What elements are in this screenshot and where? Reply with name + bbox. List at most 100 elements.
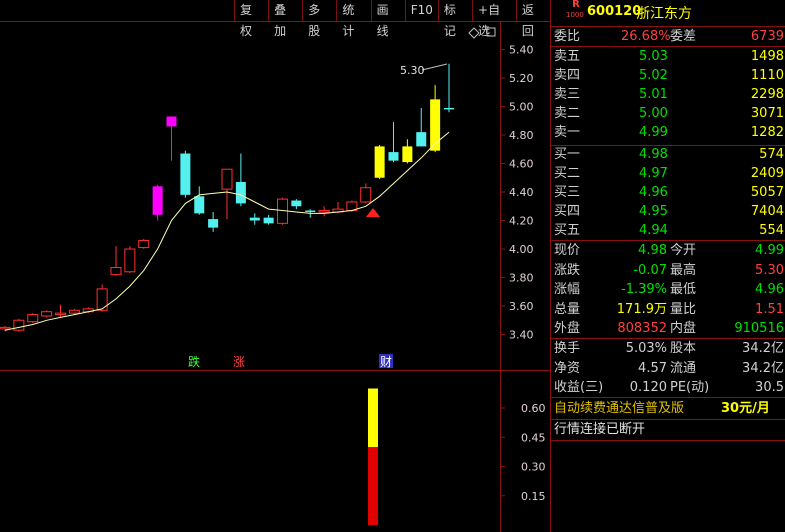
fund-row: 净资 4.57 流通 34.2亿 [551, 359, 785, 378]
status-separator [551, 440, 785, 441]
bid-price: 4.94 [639, 223, 668, 238]
quote-label: 涨幅 [554, 282, 581, 297]
ask-price: 5.01 [639, 87, 668, 102]
square-icon [486, 27, 496, 37]
y-tick-label: 3.80 [509, 272, 534, 285]
candle-body [263, 217, 274, 224]
fund-label-2: 股本 [670, 341, 697, 356]
candle-body [291, 200, 302, 207]
quote-value: -0.07 [633, 262, 667, 278]
ask-label: 卖四 [554, 68, 581, 83]
y-tick-label: 3.40 [509, 329, 534, 342]
indicator-tick-label: 0.60 [521, 402, 546, 415]
quote-label: 现价 [554, 243, 581, 258]
ask-volume: 1498 [750, 49, 784, 64]
buy-signal-icon [366, 208, 380, 217]
ask-volume: 2298 [750, 87, 784, 102]
ask-price: 5.03 [639, 49, 668, 64]
candle-body [27, 314, 39, 323]
quote-value: 171.9万 [616, 301, 667, 317]
y-tick-label: 5.20 [509, 72, 534, 85]
bid-volume: 2409 [750, 166, 784, 181]
candle-body [221, 168, 233, 190]
fund-value: 4.57 [638, 360, 667, 376]
notice-price: 30元/月 [721, 401, 770, 416]
quote-value-2: 1.51 [755, 301, 784, 317]
quote-row: 现价 4.98 今开 4.99 [551, 241, 785, 260]
bid-price: 4.95 [639, 204, 668, 219]
high-pointer-line [421, 63, 448, 71]
candle-body [402, 146, 413, 163]
candle-body [208, 219, 219, 228]
candle-body [235, 182, 246, 204]
fund-value: 5.03% [625, 341, 667, 356]
ask-price: 5.00 [639, 106, 668, 121]
bid-row: 买五 4.94 554 [551, 221, 785, 240]
quote-label: 涨跌 [554, 262, 581, 278]
ask-label: 卖二 [554, 106, 581, 121]
y-tick-label: 3.60 [509, 300, 534, 313]
stock-code: 600120 [587, 4, 642, 19]
quote-label-2: 内盘 [670, 321, 697, 336]
bid-label: 买一 [554, 147, 581, 162]
quote-value-2: 4.96 [755, 282, 784, 297]
ask-row: 卖一 4.99 1282 [551, 123, 785, 142]
y-tick-label: 5.00 [509, 101, 534, 114]
bid-row: 买一 4.98 574 [551, 145, 785, 164]
fund-separator [551, 397, 785, 398]
bid-volume: 5057 [750, 185, 784, 200]
diamond-icon [468, 27, 480, 39]
candle-body [41, 311, 53, 317]
notice-text: 自动续费通达信普及版 [554, 401, 685, 416]
stock-badge: R 1000 [566, 0, 584, 20]
kline-chart[interactable]: 5.40 5.20 5.00 4.80 4.60 4.40 4.20 4.00 3.80 3.60… [0, 0, 550, 532]
y-tick-label: 4.40 [509, 186, 534, 199]
candle-body [360, 187, 372, 203]
quote-panel: R 1000 600120 浙江东方 委比 26.68% 委差 6739 卖五 5… [551, 0, 785, 532]
candle-body [180, 153, 191, 195]
quote-value-2: 910516 [734, 321, 784, 336]
subscription-notice[interactable]: 自动续费通达信普及版 30元/月 [551, 399, 785, 418]
candle-body [55, 312, 66, 316]
ask-volume: 1282 [750, 125, 784, 140]
ask-label: 卖五 [554, 49, 581, 64]
candle-body [68, 309, 80, 314]
bid-price: 4.96 [639, 185, 668, 200]
candle-body [166, 116, 177, 127]
bid-label: 买二 [554, 166, 581, 181]
bid-volume: 554 [759, 223, 784, 238]
ask-label: 卖三 [554, 87, 581, 102]
indicator-tick-label: 0.45 [521, 431, 546, 444]
bid-volume: 574 [759, 147, 784, 162]
bid-row: 买二 4.97 2409 [551, 164, 785, 183]
ask-label: 卖一 [554, 125, 581, 140]
event-marker-label: 涨 [233, 354, 245, 369]
y-tick-label: 4.80 [509, 129, 534, 142]
bid-row: 买三 4.96 5057 [551, 183, 785, 202]
status-text: 行情连接已断开 [554, 422, 646, 437]
candle-body [318, 210, 330, 213]
bid-price: 4.97 [639, 166, 668, 181]
quote-label-2: 量比 [670, 301, 697, 317]
bid-label: 买五 [554, 223, 581, 238]
quote-row: 外盘 808352 内盘 910516 [551, 319, 785, 338]
quote-label-2: 最低 [670, 282, 697, 297]
ask-row: 卖二 5.00 3071 [551, 104, 785, 123]
indicator-tick-label: 0.15 [521, 490, 546, 503]
stock-name: 浙江东方 [636, 6, 692, 22]
quote-value-2: 4.99 [755, 243, 784, 258]
connection-status: 行情连接已断开 [551, 420, 785, 439]
fund-value-2: 34.2亿 [742, 360, 784, 376]
y-tick-label: 4.60 [509, 158, 534, 171]
ask-row: 卖四 5.02 1110 [551, 66, 785, 85]
weicha-value: 6739 [750, 29, 784, 44]
quote-label-2: 最高 [670, 262, 697, 278]
quote-row: 总量 171.9万 量比 1.51 [551, 300, 785, 319]
event-marker-label: 财 [380, 355, 392, 369]
indicator-bar-segment [368, 388, 378, 447]
y-tick-label: 4.20 [509, 215, 534, 228]
ask-volume: 1110 [750, 68, 784, 83]
fund-label-2: 流通 [670, 360, 697, 376]
weicha-label: 委差 [670, 29, 697, 44]
ask-price: 4.99 [639, 125, 668, 140]
